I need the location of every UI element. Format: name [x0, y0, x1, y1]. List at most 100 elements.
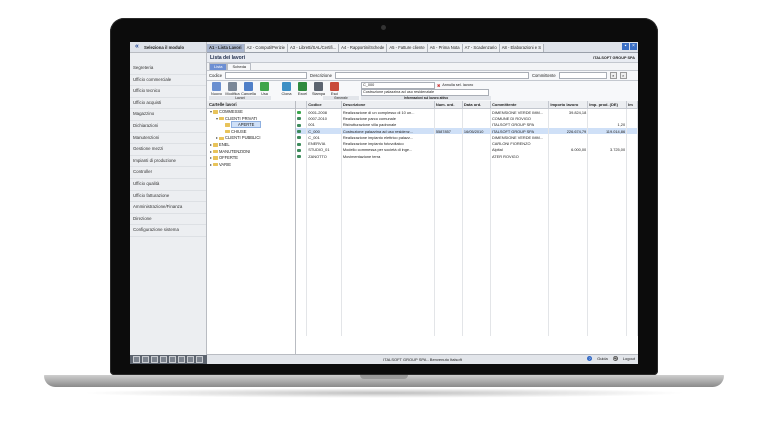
tree-folder-item[interactable]: ▸ ENEL [207, 142, 295, 149]
footer-square-icon[interactable] [133, 356, 140, 363]
committente-input[interactable] [558, 72, 607, 79]
group-caption-generale: Generale [323, 96, 359, 100]
toolbar-button-usa[interactable]: Usa [257, 82, 272, 96]
toolbar-button-excel[interactable]: Excel [295, 82, 310, 96]
empty-cell [587, 329, 628, 336]
active-job-info: C_000 ✖ Annulla sel. lavoro Costruzione … [361, 81, 491, 102]
column-header[interactable]: Importo lavoro [548, 101, 589, 109]
tree-folder-label: CLIENTI PRIVATI [225, 115, 258, 121]
tree-folder-label: OFFERTE [219, 155, 239, 161]
save-icon[interactable]: ▪ [622, 43, 629, 50]
tab-module[interactable]: A7 - Scadenzario [462, 44, 500, 52]
main-panel: A1 - Lista Lavori A2 - Computi/Perizie A3 … [207, 42, 638, 364]
sidebar-item[interactable]: Controller [130, 167, 206, 179]
logout-link[interactable]: Logout [623, 356, 635, 361]
sidebar-item[interactable]: Dichiarazioni [130, 121, 206, 133]
column-header[interactable]: Committente [490, 101, 550, 109]
excel-icon [298, 82, 307, 91]
footer-square-icon[interactable] [142, 356, 149, 363]
clear-filter-icon[interactable]: × [619, 72, 627, 79]
toolbar-button-nuovo[interactable]: Nuovo [209, 82, 224, 96]
sidebar-item[interactable]: Impianti di produzione [130, 156, 206, 168]
empty-cell [434, 329, 463, 336]
tab-module[interactable]: A2 - Computi/Perizie [244, 44, 288, 52]
tree-folder-item[interactable]: ▸ OFFERTE [207, 155, 295, 162]
view-tab[interactable]: Scheda [227, 63, 252, 70]
cancel-selection-link[interactable]: Annulla sel. lavoro [442, 83, 473, 87]
column-header[interactable]: Im [626, 101, 638, 109]
column-header[interactable]: Codice [306, 101, 342, 109]
toolbar-button-esci[interactable]: Esci [327, 82, 342, 96]
screen: « Seleziona il modulo Segreteria Ufficio … [130, 42, 638, 364]
logout-icon[interactable]: ⏻ [612, 356, 618, 361]
toolbar-button-stampa[interactable]: Stampa [311, 82, 326, 96]
guide-link[interactable]: Guida [597, 356, 608, 361]
footer-square-icon[interactable] [160, 356, 167, 363]
page-title: Lista dei lavori [210, 54, 246, 61]
folder-icon [213, 143, 218, 147]
collapse-icon[interactable]: « [130, 42, 144, 52]
company-name: ITALSOFT GROUP SPA [593, 55, 635, 60]
footer-square-icon[interactable] [178, 356, 185, 363]
sidebar-item[interactable]: Magazzino [130, 109, 206, 121]
help-icon[interactable]: ? [587, 356, 593, 361]
column-header[interactable]: Imp. prod. (DE) [587, 101, 628, 109]
module-sidebar: « Seleziona il modulo Segreteria Ufficio … [130, 42, 209, 364]
empty-cell [548, 329, 589, 336]
tab-module[interactable]: A8 - Elaborazioni e S [499, 44, 545, 52]
sidebar-item[interactable]: Segreteria [130, 63, 206, 75]
sidebar-item[interactable]: Gestione mezzi [130, 144, 206, 156]
footer-square-icon[interactable] [196, 356, 203, 363]
view-tab[interactable]: Lista [209, 63, 228, 70]
sidebar-item[interactable]: Amministrazione/Finanza [130, 202, 206, 214]
cancel-selection-icon[interactable]: ✖ [437, 83, 440, 88]
tab-module[interactable]: A6 - Prima Nota [427, 44, 463, 52]
column-header[interactable]: Descrizione [341, 101, 435, 109]
tree-folder-label: ENEL [219, 141, 230, 147]
tree-folder-item[interactable]: ▸ MANUTENZIONI [207, 149, 295, 156]
tab-module[interactable]: A3 - Libretti/SAL/Certifi... [287, 44, 340, 52]
stampa-icon [314, 82, 323, 91]
module-tabs: A1 - Lista Lavori A2 - Computi/Perizie A3 … [207, 42, 638, 53]
folder-icon [225, 123, 230, 127]
codice-input[interactable] [225, 72, 308, 79]
empty-cell [306, 329, 342, 336]
esci-icon [330, 82, 339, 91]
column-header[interactable]: Data ord. [462, 101, 492, 109]
table-row[interactable]: 0001-2008 Realizzazione di un complesso d… [296, 108, 638, 116]
tab-module[interactable]: A5 - Fatture cliente [387, 44, 428, 52]
tab-module[interactable]: A4 - Rapportini/Schede [339, 44, 388, 52]
tree-folder-item[interactable]: ▸ VARIE [207, 162, 295, 169]
toolbar-button-modifica[interactable]: Modifica [225, 82, 240, 96]
descrizione-input[interactable] [334, 72, 529, 79]
group-caption-lavori: Lavori [209, 96, 271, 100]
footer-square-icon[interactable] [187, 356, 194, 363]
tab-module[interactable]: A1 - Lista Lavori [207, 44, 245, 52]
sidebar-title: Seleziona il modulo [144, 44, 185, 50]
toolbar-button-cancella[interactable]: Cancella [241, 82, 256, 96]
tree-folder-item[interactable]: ▸ CLIENTI PUBBLICI [207, 135, 295, 142]
footer-square-icon[interactable] [169, 356, 176, 363]
sidebar-item[interactable]: Manutenzioni [130, 133, 206, 145]
tree-folder-item[interactable]: CHIUSE [207, 129, 295, 136]
tree-folder-label: CLIENTI PUBBLICI [225, 135, 261, 141]
close-icon[interactable]: × [630, 43, 637, 50]
column-header[interactable]: Num. ord. [434, 101, 463, 109]
sidebar-item[interactable]: Ufficio qualità [130, 179, 206, 191]
sidebar-item[interactable]: Configurazione sistema [130, 225, 206, 237]
tree-folder-item[interactable]: ▾ COMMESSE [207, 109, 295, 116]
sidebar-item[interactable]: Ufficio fatturazione [130, 191, 206, 203]
sidebar-item[interactable]: Ufficio acquisti [130, 98, 206, 110]
footer-square-icon[interactable] [151, 356, 158, 363]
search-icon[interactable]: ⌕ [609, 72, 617, 79]
job-status-icon [297, 117, 301, 121]
filter-bar: Codice Descrizione Committente ⌕ × [207, 71, 638, 81]
sidebar-header: « Seleziona il modulo [130, 42, 206, 53]
sidebar-item[interactable]: Ufficio tecnico [130, 86, 206, 98]
sidebar-item[interactable]: Ufficio commerciale [130, 75, 206, 87]
status-text: ITALSOFT GROUP SPA - Benvenuto Italsoft [383, 357, 462, 362]
sidebar-item[interactable]: Direzione [130, 214, 206, 226]
tree-folder-item[interactable]: APERTE [207, 121, 295, 129]
toolbar-button-clona[interactable]: Clona [279, 82, 294, 96]
status-column-header[interactable] [296, 101, 308, 109]
